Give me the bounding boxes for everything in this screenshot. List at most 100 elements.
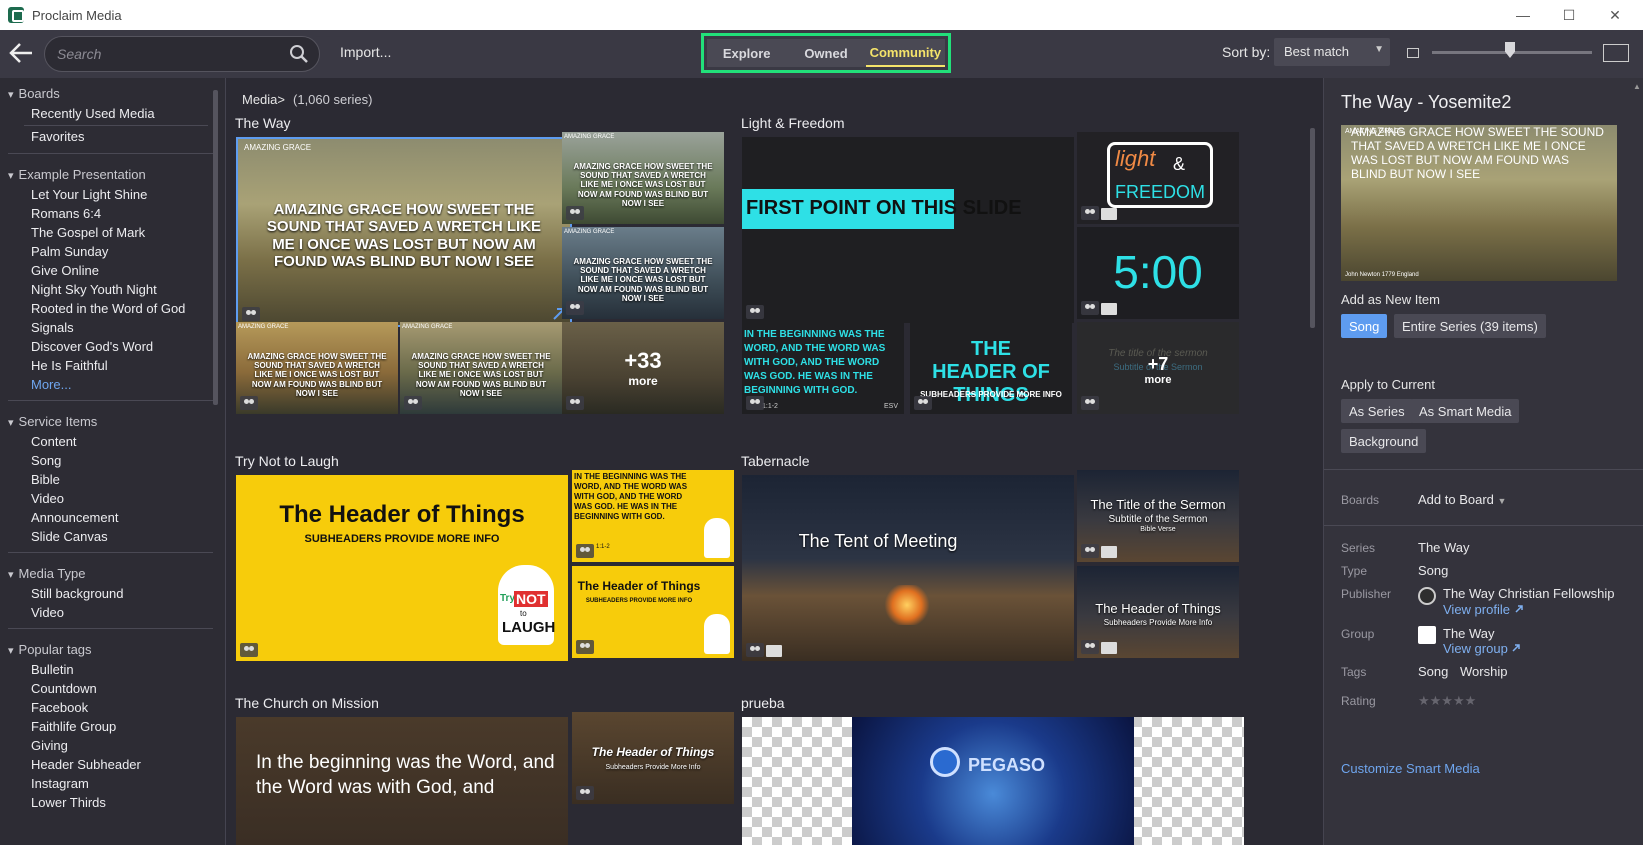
minimize-button[interactable]: — xyxy=(1500,0,1546,30)
sidebar-item[interactable]: He Is Faithful xyxy=(31,358,108,373)
media-tile[interactable]: AMAZING GRACE AMAZING GRACE HOW SWEET TH… xyxy=(236,322,398,414)
import-button[interactable]: Import... xyxy=(340,44,391,60)
tag-worship[interactable]: Worship xyxy=(1460,664,1507,679)
sidebar-item[interactable]: Romans 6:4 xyxy=(31,206,101,221)
group-avatar xyxy=(1418,626,1436,644)
search-input[interactable]: Search xyxy=(44,36,320,72)
series-title-church-on-mission[interactable]: The Church on Mission xyxy=(235,695,379,711)
sidebar-item[interactable]: Bible xyxy=(31,472,60,487)
tab-owned[interactable]: Owned xyxy=(786,39,866,67)
media-tile[interactable]: AMAZING GRACE AMAZING GRACE HOW SWEET TH… xyxy=(562,227,724,319)
main-scrollbar[interactable] xyxy=(1310,128,1315,328)
sidebar-item[interactable]: Giving xyxy=(31,738,68,753)
sidebar-item[interactable]: Announcement xyxy=(31,510,118,525)
sidebar-item[interactable]: Faithlife Group xyxy=(31,719,116,734)
sidebar-section-service-items[interactable]: Service Items xyxy=(8,414,98,429)
media-tile[interactable]: The Tent of Meeting xyxy=(742,475,1074,661)
view-profile-link[interactable]: View profile xyxy=(1443,602,1524,617)
close-button[interactable]: ✕ xyxy=(1592,0,1638,30)
breadcrumb-media[interactable]: Media xyxy=(242,92,277,107)
tab-community[interactable]: Community xyxy=(865,39,945,67)
tag-song[interactable]: Song xyxy=(1418,664,1448,679)
sidebar-item[interactable]: Video xyxy=(31,491,64,506)
view-group-link[interactable]: View group xyxy=(1443,641,1521,656)
sidebar-item[interactable]: Signals xyxy=(31,320,74,335)
sidebar-item[interactable]: Bulletin xyxy=(31,662,74,677)
media-tile-more[interactable]: The title of the sermon Subtitle of the … xyxy=(1077,322,1239,414)
maximize-button[interactable]: ☐ xyxy=(1546,0,1592,30)
rating-stars[interactable]: ★★★★★ xyxy=(1418,693,1476,709)
media-tile[interactable]: PEGASO xyxy=(742,717,1244,845)
media-tile[interactable]: In the beginning was the Word, and the W… xyxy=(236,717,568,845)
series-title-the-way[interactable]: The Way xyxy=(235,115,291,131)
media-tile[interactable]: The Title of the Sermon Subtitle of the … xyxy=(1077,470,1239,562)
sidebar-item[interactable]: Lower Thirds xyxy=(31,795,106,810)
sidebar-section-boards[interactable]: Boards xyxy=(8,86,60,101)
media-tile[interactable]: The Header of Things SUBHEADERS PROVIDE … xyxy=(236,475,568,661)
sidebar-item[interactable]: Instagram xyxy=(31,776,89,791)
add-song-button[interactable]: Song xyxy=(1341,314,1388,338)
media-tile[interactable]: The Header of Things SUBHEADERS PROVIDE … xyxy=(572,566,734,658)
search-icon[interactable] xyxy=(289,44,309,64)
divider xyxy=(24,125,208,126)
sidebar-section-popular-tags[interactable]: Popular tags xyxy=(8,642,92,657)
media-tile-more[interactable]: +33 more xyxy=(562,322,724,414)
sidebar-item[interactable]: Still background xyxy=(31,586,124,601)
media-tile[interactable]: AMAZING GRACE AMAZING GRACE HOW SWEET TH… xyxy=(562,132,724,224)
sidebar-item[interactable]: Night Sky Youth Night xyxy=(31,282,157,297)
sidebar-scrollbar[interactable] xyxy=(213,90,218,405)
sidebar-item[interactable]: The Gospel of Mark xyxy=(31,225,145,240)
series-title-light-freedom[interactable]: Light & Freedom xyxy=(741,115,845,131)
sidebar-item[interactable]: Video xyxy=(31,605,64,620)
sidebar-item-recently-used[interactable]: Recently Used Media xyxy=(31,106,155,121)
sidebar-item[interactable]: Give Online xyxy=(31,263,99,278)
sidebar-item-favorites[interactable]: Favorites xyxy=(31,129,84,144)
zoom-large-icon[interactable] xyxy=(1603,44,1629,62)
apply-as-smart-media-button[interactable]: As Smart Media xyxy=(1411,399,1520,423)
back-arrow-icon[interactable] xyxy=(8,40,36,68)
customize-smart-media-link[interactable]: Customize Smart Media xyxy=(1341,761,1480,776)
sidebar-item[interactable]: Discover God's Word xyxy=(31,339,153,354)
sidebar-item[interactable]: Palm Sunday xyxy=(31,244,108,259)
sidebar-item[interactable]: Header Subheader xyxy=(31,757,141,772)
add-entire-series-button[interactable]: Entire Series (39 items) xyxy=(1394,314,1546,338)
thumb-label: AMAZING GRACE xyxy=(1345,128,1404,135)
sort-select[interactable]: Best match ▼ xyxy=(1274,38,1390,66)
people-icon xyxy=(746,643,764,657)
sidebar-section-media-type[interactable]: Media Type xyxy=(8,566,86,581)
publisher-value[interactable]: The Way Christian Fellowship xyxy=(1443,586,1614,601)
media-tile[interactable]: FIRST POINT ON THIS SLIDE xyxy=(742,137,1074,323)
series-title-prueba[interactable]: prueba xyxy=(741,695,785,711)
sidebar-item[interactable]: Countdown xyxy=(31,681,97,696)
zoom-slider-handle[interactable] xyxy=(1505,42,1515,58)
media-tile[interactable]: 5:00 xyxy=(1077,227,1239,319)
sidebar-item[interactable]: Facebook xyxy=(31,700,88,715)
zoom-small-icon[interactable] xyxy=(1407,48,1419,58)
add-to-board-button[interactable]: Add to Board ▼ xyxy=(1418,492,1506,507)
sidebar-item[interactable]: Content xyxy=(31,434,77,449)
detail-thumbnail[interactable]: AMAZING GRACE AMAZING GRACE HOW SWEET TH… xyxy=(1341,125,1617,281)
tags-key: Tags xyxy=(1341,665,1367,679)
tab-explore[interactable]: Explore xyxy=(707,39,787,67)
apply-background-button[interactable]: Background xyxy=(1341,429,1427,453)
media-tile-the-way-main[interactable]: AMAZING GRACE AMAZING GRACE HOW SWEET TH… xyxy=(236,137,572,327)
sidebar-section-example-presentation[interactable]: Example Presentation xyxy=(8,167,146,182)
series-title-try-not-to-laugh[interactable]: Try Not to Laugh xyxy=(235,453,339,469)
group-value[interactable]: The Way xyxy=(1443,626,1495,641)
sidebar-item[interactable]: Rooted in the Word of God xyxy=(31,301,185,316)
media-tile[interactable]: IN THE BEGINNING WAS THE WORD, AND THE W… xyxy=(742,322,904,414)
scroll-up-icon[interactable]: ▲ xyxy=(1633,82,1641,94)
sidebar-item[interactable]: Slide Canvas xyxy=(31,529,108,544)
sidebar-item[interactable]: Let Your Light Shine xyxy=(31,187,147,202)
apply-as-series-button[interactable]: As Series xyxy=(1341,399,1413,423)
media-tile[interactable]: THE HEADER OF THINGS SUBHEADERS PROVIDE … xyxy=(910,322,1072,414)
media-tile[interactable]: The Header of Things Subheaders Provide … xyxy=(1077,566,1239,658)
media-tile[interactable]: IN THE BEGINNING WAS THE WORD, AND THE W… xyxy=(572,470,734,562)
sidebar-more-link[interactable]: More... xyxy=(31,377,71,392)
tile-lyrics: AMAZING GRACE HOW SWEET THE SOUND THAT S… xyxy=(411,352,551,398)
series-title-tabernacle[interactable]: Tabernacle xyxy=(741,453,810,469)
media-tile[interactable]: light & FREEDOM xyxy=(1077,132,1239,224)
sidebar-item[interactable]: Song xyxy=(31,453,61,468)
media-tile[interactable]: AMAZING GRACE AMAZING GRACE HOW SWEET TH… xyxy=(400,322,562,414)
media-tile[interactable]: The Header of Things Subheaders Provide … xyxy=(572,712,734,804)
